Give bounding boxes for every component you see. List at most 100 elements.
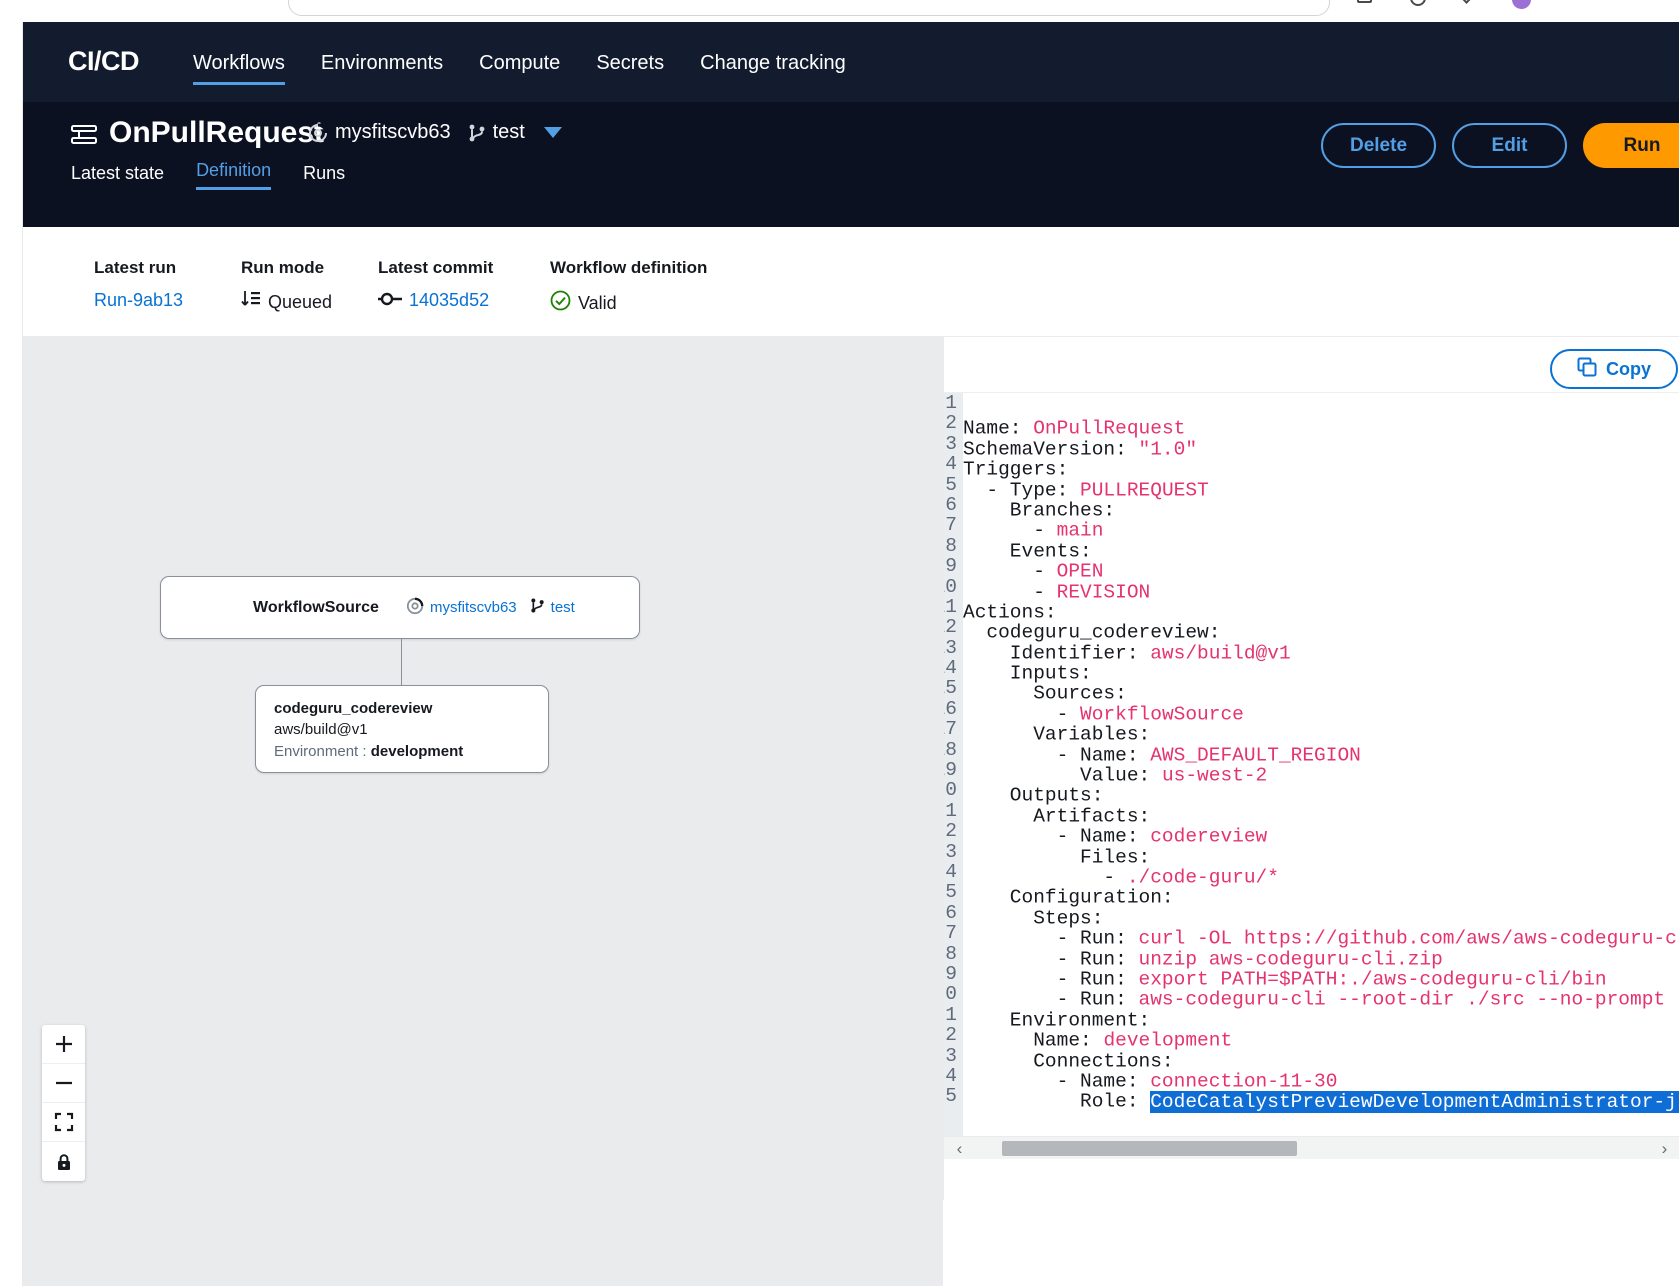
code-line: 13 Identifier: aws/build@v1 [944, 638, 1679, 658]
window-icon[interactable] [1357, 0, 1377, 10]
code-horizontal-scrollbar[interactable]: ‹ › [944, 1136, 1679, 1159]
nav-item-secrets[interactable]: Secrets [596, 52, 664, 85]
code-line: 14 Inputs: [944, 658, 1679, 678]
latest-run-link[interactable]: Run-9ab13 [94, 290, 183, 311]
app-header: CI/CD Workflows Environments Compute Sec… [23, 22, 1679, 102]
code-line: 8 Events: [944, 536, 1679, 556]
line-number: 12 [944, 617, 963, 637]
branch-icon [530, 597, 545, 618]
code-line: 24 - ./code-guru/* [944, 862, 1679, 882]
line-number: 10 [944, 577, 963, 597]
chevron-down-icon[interactable] [1462, 0, 1482, 10]
nav-item-compute[interactable]: Compute [479, 52, 560, 85]
source-node-branch-name[interactable]: test [551, 599, 575, 616]
code-token: Role: [963, 1091, 1150, 1113]
workflow-title-band: OnPullRequest mysfitscvb63 tes [23, 102, 1679, 227]
line-number: 25 [944, 882, 963, 902]
line-number: 24 [944, 862, 963, 882]
line-number: 28 [944, 944, 963, 964]
repository-icon [308, 123, 328, 143]
graph-node-workflow-source[interactable]: WorkflowSource mysfitscvb63 [160, 576, 640, 639]
code-line: 20 Outputs: [944, 780, 1679, 800]
page-title: OnPullRequest [109, 116, 324, 150]
code-line: 5 - Type: PULLREQUEST [944, 475, 1679, 495]
line-number: 20 [944, 780, 963, 800]
line-number: 22 [944, 821, 963, 841]
source-node-title: WorkflowSource [253, 599, 379, 617]
line-number: 7 [944, 515, 963, 535]
canvas-bottom-fill [23, 1200, 943, 1286]
zoom-in-icon[interactable] [42, 1025, 85, 1064]
line-number: 29 [944, 964, 963, 984]
panel-bottom-fill [943, 1200, 1679, 1286]
line-number: 27 [944, 923, 963, 943]
line-number: 16 [944, 699, 963, 719]
line-number: 23 [944, 842, 963, 862]
code-line: 17 Variables: [944, 719, 1679, 739]
line-number: 11 [944, 597, 963, 617]
tab-definition[interactable]: Definition [196, 160, 271, 190]
browser-chrome-strip [0, 0, 1679, 22]
workflow-graph-canvas[interactable]: WorkflowSource mysfitscvb63 [23, 337, 943, 1200]
code-token: aws-codeguru-cli --root-dir ./src --no-p… [1139, 989, 1666, 1011]
graph-node-codeguru-codereview[interactable]: codeguru_codereview aws/build@v1 Environ… [255, 685, 549, 773]
code-token: us-west-2 [1162, 764, 1267, 786]
selected-text: CodeCatalystPreviewDevelopmentAdministra… [1150, 1091, 1679, 1113]
nav-item-workflows[interactable]: Workflows [193, 52, 285, 85]
line-number: 34 [944, 1066, 963, 1086]
action-node-name: codeguru_codereview [274, 700, 530, 717]
graph-connector-line [401, 639, 402, 685]
line-number: 6 [944, 495, 963, 515]
code-line: 30 - Run: aws-codeguru-cli --root-dir ./… [944, 984, 1679, 1004]
summary-run-mode: Run mode Queued [241, 258, 332, 314]
code-line: 34 - Name: connection-11-30 [944, 1066, 1679, 1086]
line-number: 2 [944, 413, 963, 433]
brand-logo: CI/CD [68, 46, 139, 77]
profile-avatar[interactable] [1512, 0, 1532, 10]
scroll-left-icon[interactable]: ‹ [950, 1139, 969, 1158]
browser-address-bar[interactable] [288, 0, 1330, 16]
summary-latest-run-value: Run-9ab13 [94, 290, 183, 311]
chevron-down-icon[interactable] [544, 127, 562, 138]
copy-icon [1577, 357, 1597, 382]
nav-item-environments[interactable]: Environments [321, 52, 443, 85]
title-repo-name[interactable]: mysfitscvb63 [335, 121, 451, 144]
code-line: 26 Steps: [944, 903, 1679, 923]
tab-latest-state[interactable]: Latest state [71, 163, 164, 190]
code-line: 27 - Run: curl -OL https://github.com/aw… [944, 923, 1679, 943]
copy-button[interactable]: Copy [1550, 349, 1678, 389]
code-line: 25 Configuration: [944, 882, 1679, 902]
line-number: 30 [944, 984, 963, 1004]
action-node-environment-value: development [371, 743, 464, 760]
scrollbar-thumb[interactable] [1002, 1141, 1297, 1156]
code-line: 21 Artifacts: [944, 801, 1679, 821]
code-line: 18 - Name: AWS_DEFAULT_REGION [944, 740, 1679, 760]
run-button[interactable]: Run [1583, 123, 1679, 168]
code-line: 7 - main [944, 515, 1679, 535]
source-node-repo-name[interactable]: mysfitscvb63 [430, 599, 517, 616]
source-node-repo[interactable]: mysfitscvb63 test [406, 597, 575, 619]
code-lines: 12Name: OnPullRequest3SchemaVersion: "1.… [944, 393, 1679, 1107]
extensions-icon[interactable] [1410, 0, 1430, 10]
code-viewer[interactable]: 12Name: OnPullRequest3SchemaVersion: "1.… [944, 393, 1679, 1145]
lock-icon[interactable] [42, 1142, 85, 1181]
nav-item-change-tracking[interactable]: Change tracking [700, 52, 846, 85]
branch-icon [468, 123, 486, 143]
workflow-subtabs: Latest state Definition Runs [71, 160, 345, 190]
code-line: 22 - Name: codereview [944, 821, 1679, 841]
title-branch-name[interactable]: test [493, 121, 525, 144]
graph-zoom-controls [42, 1025, 85, 1181]
tab-runs[interactable]: Runs [303, 163, 345, 190]
zoom-out-icon[interactable] [42, 1064, 85, 1103]
code-line: 10 - REVISION [944, 577, 1679, 597]
code-line: 33 Connections: [944, 1046, 1679, 1066]
fit-screen-icon[interactable] [42, 1103, 85, 1142]
summary-latest-commit-value: 14035d52 [378, 290, 493, 311]
scroll-right-icon[interactable]: › [1655, 1139, 1674, 1158]
code-line: 29 - Run: export PATH=$PATH:./aws-codegu… [944, 964, 1679, 984]
line-number: 17 [944, 719, 963, 739]
delete-button[interactable]: Delete [1321, 123, 1436, 168]
line-number: 5 [944, 475, 963, 495]
latest-commit-link[interactable]: 14035d52 [409, 290, 489, 311]
edit-button[interactable]: Edit [1452, 123, 1567, 168]
